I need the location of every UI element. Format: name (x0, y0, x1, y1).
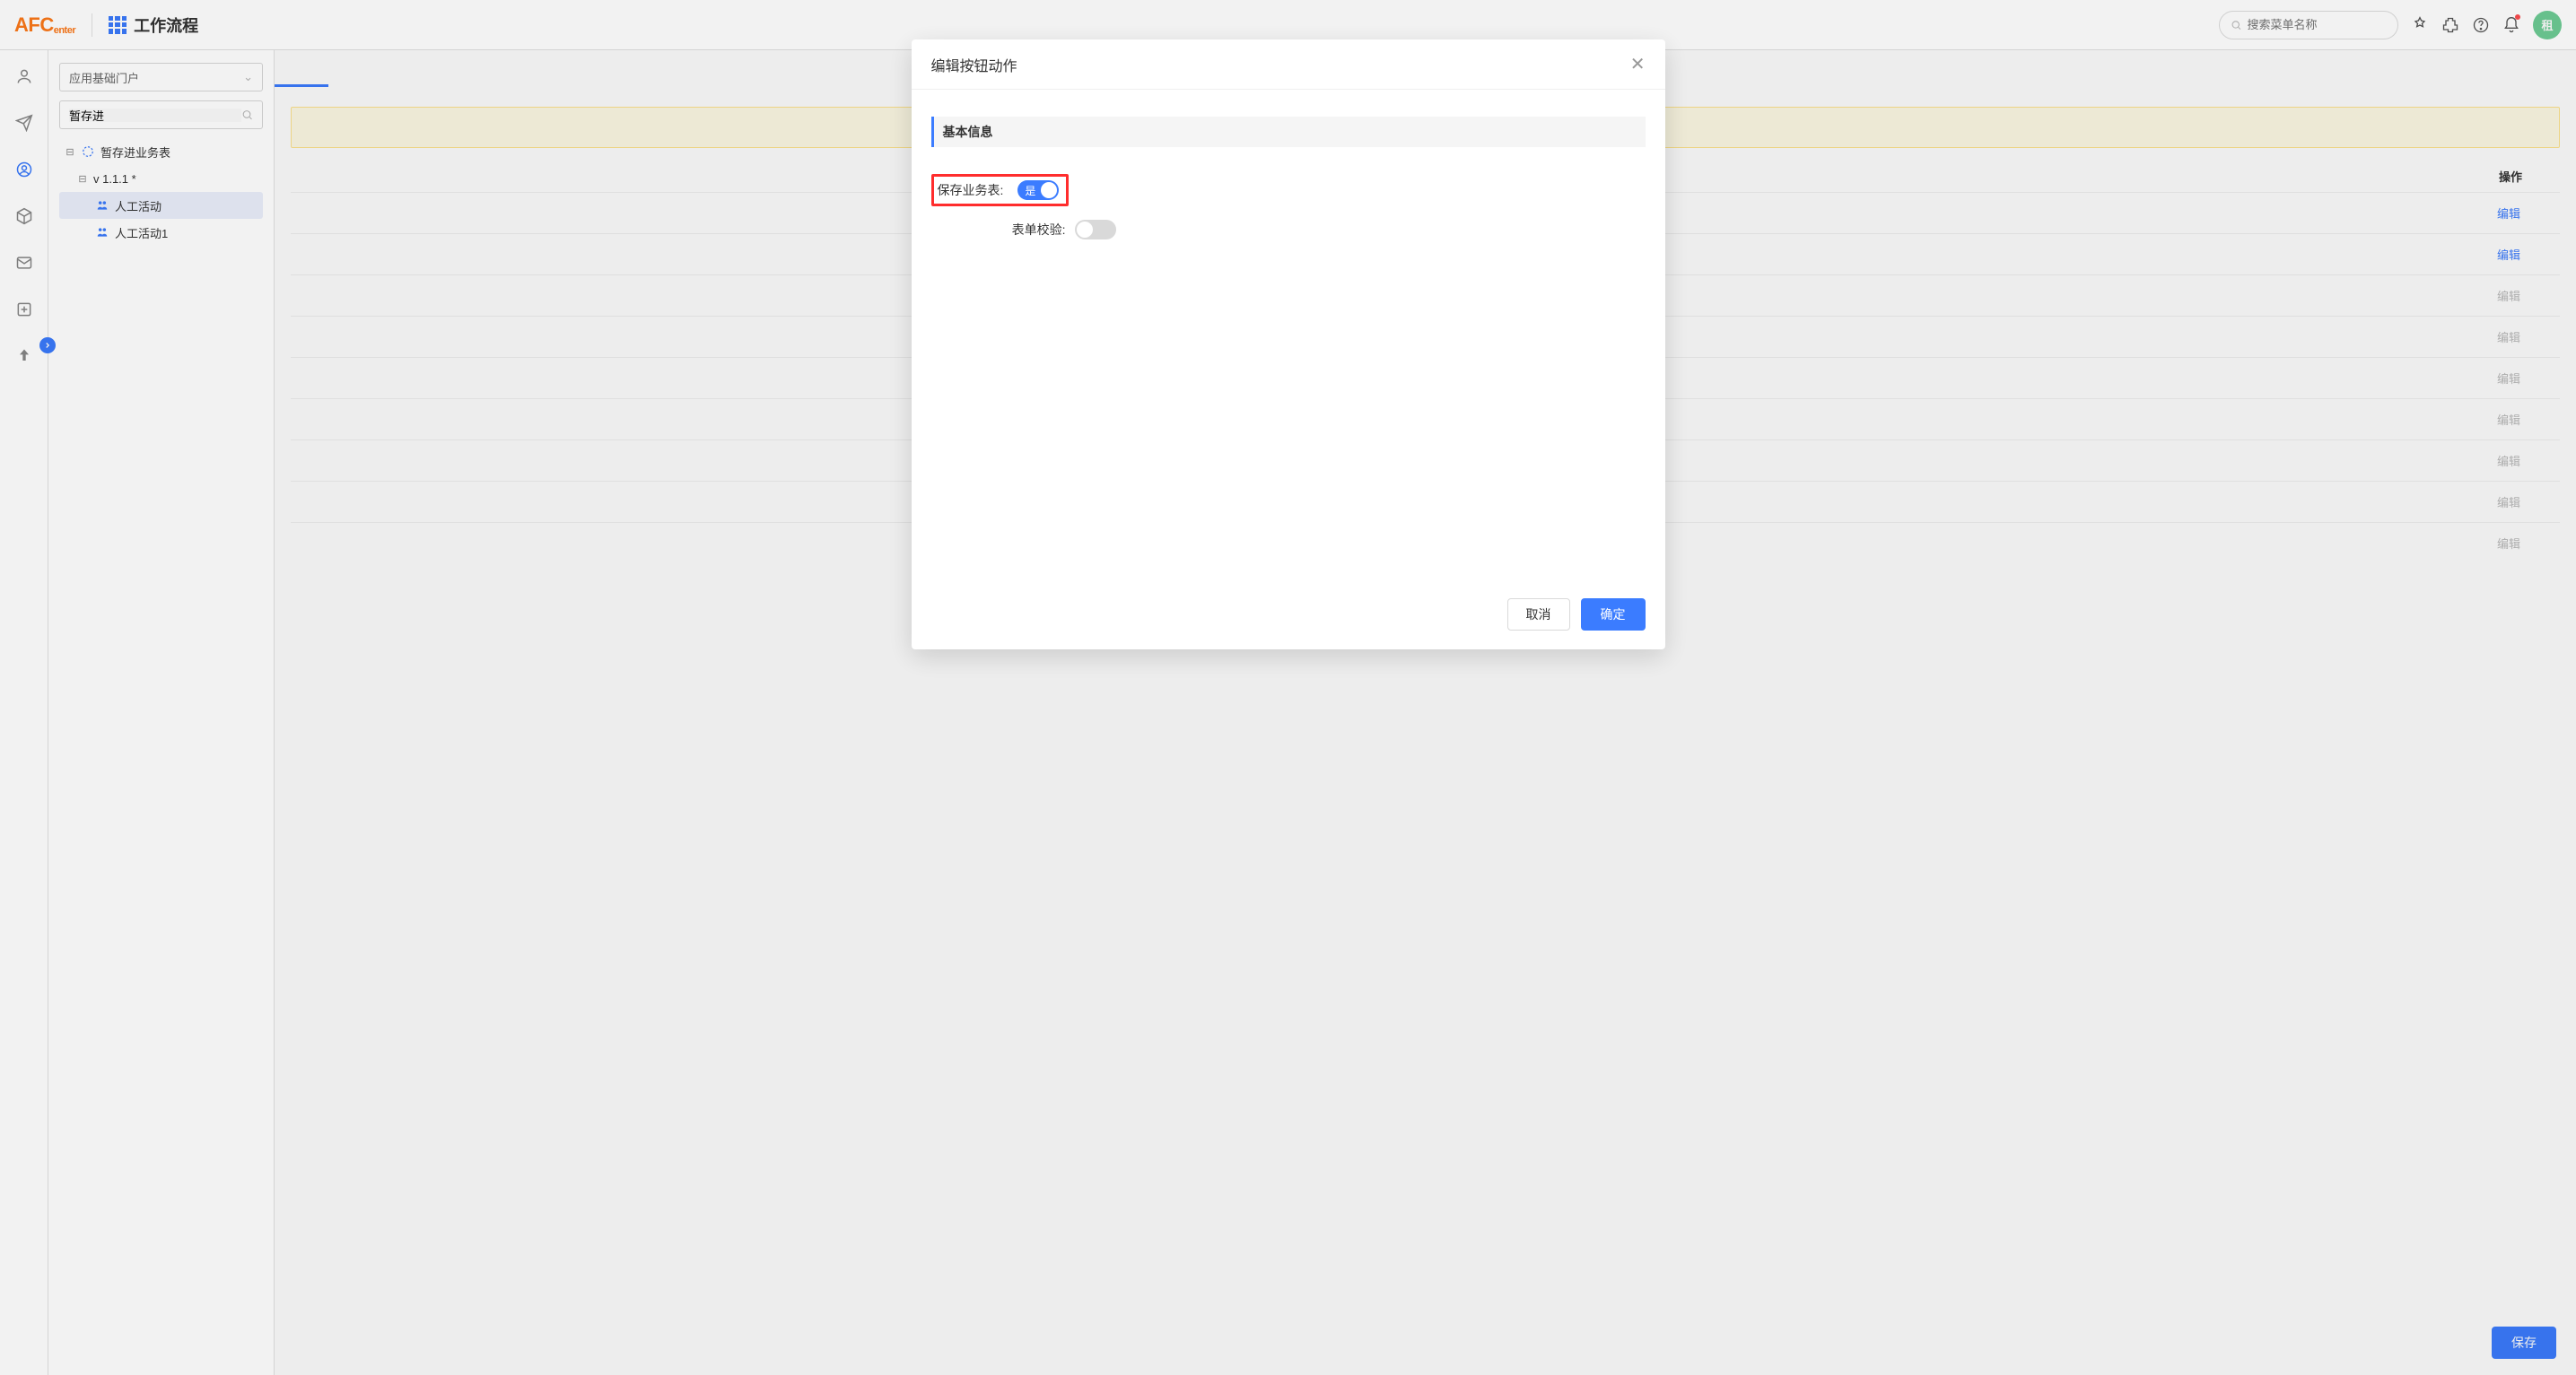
confirm-button[interactable]: 确定 (1581, 598, 1646, 631)
save-business-form-switch[interactable]: 是 (1017, 180, 1059, 200)
switch-on-text: 是 (1025, 183, 1035, 198)
save-business-form-label: 保存业务表: (938, 181, 1009, 199)
cancel-button[interactable]: 取消 (1507, 598, 1570, 631)
section-basic-info: 基本信息 (931, 117, 1646, 147)
field-save-business-form: 保存业务表: 是 (931, 170, 1646, 210)
edit-button-action-modal: 编辑按钮动作 ✕ 基本信息 保存业务表: 是 表单校验: (912, 39, 1665, 649)
form-validation-switch[interactable] (1075, 220, 1116, 239)
field-form-validation: 表单校验: (931, 210, 1646, 249)
highlight-annotation: 保存业务表: 是 (931, 174, 1070, 206)
modal-title: 编辑按钮动作 (931, 54, 1017, 75)
modal-overlay: 编辑按钮动作 ✕ 基本信息 保存业务表: 是 表单校验: (0, 0, 2576, 1375)
form-validation-label: 表单校验: (931, 221, 1075, 239)
close-icon[interactable]: ✕ (1630, 53, 1646, 75)
